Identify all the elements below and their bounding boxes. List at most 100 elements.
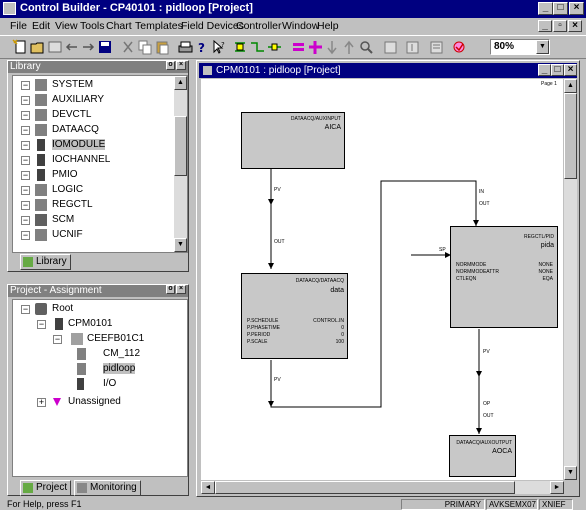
library-folder-icon xyxy=(35,199,47,211)
menu-templates[interactable]: Templates xyxy=(135,20,183,32)
tree-item-cm2[interactable]: pidloop xyxy=(63,362,183,377)
tree-item-io[interactable]: I/O xyxy=(63,377,183,392)
project-tree: − Root − CPM0101 − CEEFB01C1 CM_112 pidloop… xyxy=(12,299,188,477)
cut-icon[interactable] xyxy=(120,39,137,56)
library-scrollbar[interactable]: ▲ ▼ xyxy=(174,76,187,252)
list-item[interactable]: − UCNIF xyxy=(15,228,175,243)
close-button[interactable]: × xyxy=(569,2,584,15)
library-close-button[interactable]: × xyxy=(176,61,186,70)
monitor-icon[interactable] xyxy=(428,39,445,56)
library-folder-icon xyxy=(35,124,47,136)
wire-label: PV xyxy=(274,377,281,383)
diagram-hscrollbar[interactable]: ◄ ► xyxy=(201,481,564,494)
scroll-up-icon[interactable]: ▲ xyxy=(174,76,187,90)
find-icon[interactable] xyxy=(358,39,375,56)
tree-item-unassigned[interactable]: + Unassigned xyxy=(31,395,181,410)
diagram-window: CPM0101 : pidloop [Project] _ □ × Page 1 xyxy=(196,60,580,497)
control-module-icon xyxy=(77,348,86,360)
mdi-restore-button[interactable]: ▫ xyxy=(553,20,567,32)
list-item[interactable]: − SCM xyxy=(15,213,175,228)
scroll-right-icon[interactable]: ► xyxy=(550,481,564,494)
block-data[interactable]: DATAACQ/DATAACQ data P.SCHEDULE CONTROL.… xyxy=(241,273,348,359)
context-help-icon[interactable]: ? xyxy=(211,39,228,56)
menu-help[interactable]: Help xyxy=(317,20,339,32)
move-down-icon[interactable] xyxy=(324,39,341,56)
forward-arrow-icon[interactable] xyxy=(80,39,97,56)
scroll-thumb[interactable] xyxy=(174,116,187,176)
status-bar: For Help, press F1 PRIMARY AVKSEMX07 XNI… xyxy=(0,498,586,510)
print-icon[interactable] xyxy=(177,39,194,56)
diagram-canvas[interactable]: Page 1 PV OUT PV IN OUT PV SP OP OUT DAT… xyxy=(201,79,563,480)
library-pin-button[interactable]: o xyxy=(166,61,175,70)
connect-icon[interactable] xyxy=(266,39,283,56)
save-icon[interactable] xyxy=(97,39,114,56)
list-item[interactable]: − DEVCTL xyxy=(15,108,175,123)
status-primary: PRIMARY xyxy=(401,499,485,510)
tree-item-cm1[interactable]: CM_112 xyxy=(63,347,183,362)
load-icon[interactable] xyxy=(382,39,399,56)
block-aica[interactable]: DATAACQ/AUXINPUT AICA xyxy=(241,112,345,169)
menu-field-devices[interactable]: Field Devices xyxy=(181,20,244,32)
list-item[interactable]: − PMIO xyxy=(15,168,175,183)
block-aoca[interactable]: DATAACQ/AUXOUTPUT AOCA xyxy=(449,435,516,477)
mdi-close-button[interactable]: × xyxy=(568,20,582,32)
tree-item-root[interactable]: − Root xyxy=(15,302,175,317)
new-icon[interactable] xyxy=(12,39,29,56)
scroll-down-icon[interactable]: ▼ xyxy=(564,466,577,480)
list-item[interactable]: − IOCHANNEL xyxy=(15,153,175,168)
properties-icon[interactable] xyxy=(47,39,64,56)
menu-tools[interactable]: Tools xyxy=(80,20,105,32)
upload-icon[interactable] xyxy=(404,39,421,56)
chevron-down-icon[interactable]: ▼ xyxy=(536,40,549,54)
diagram-close-button[interactable]: × xyxy=(564,64,577,76)
open-folder-icon[interactable] xyxy=(30,39,47,56)
paste-icon[interactable] xyxy=(154,39,171,56)
tree-item-cee[interactable]: − CEEFB01C1 xyxy=(47,332,187,347)
svg-text:?: ? xyxy=(221,41,225,49)
root-icon xyxy=(35,303,47,315)
menu-chart[interactable]: Chart xyxy=(106,20,132,32)
list-item[interactable]: − DATAACQ xyxy=(15,123,175,138)
library-folder-icon xyxy=(35,79,47,91)
function-block-icon[interactable] xyxy=(232,39,249,56)
insert-icon[interactable] xyxy=(307,39,324,56)
back-arrow-icon[interactable] xyxy=(63,39,80,56)
module-icon xyxy=(37,139,45,151)
help-pointer-icon[interactable]: ? xyxy=(194,39,211,56)
tab-project[interactable]: Project xyxy=(20,480,72,496)
diagram-maximize-button[interactable]: □ xyxy=(551,64,564,76)
tab-monitoring[interactable]: Monitoring xyxy=(74,480,141,496)
window-title: Control Builder - CP40101 : pidloop [Pro… xyxy=(20,2,253,14)
project-close-button[interactable]: × xyxy=(176,285,186,294)
scroll-up-icon[interactable]: ▲ xyxy=(564,79,577,93)
copy-icon[interactable] xyxy=(137,39,154,56)
block-pid[interactable]: REGCTL/PID pida NORMMODE NONE NORMMODEAT… xyxy=(450,226,558,328)
list-item[interactable]: − IOMODULE xyxy=(15,138,175,153)
scroll-down-icon[interactable]: ▼ xyxy=(174,238,187,252)
scroll-thumb[interactable] xyxy=(215,481,515,494)
menu-file[interactable]: File xyxy=(10,20,27,32)
align-icon[interactable] xyxy=(290,39,307,56)
checkpoint-icon[interactable] xyxy=(451,39,468,56)
menu-controller[interactable]: Controller xyxy=(236,20,282,32)
menu-window[interactable]: Window xyxy=(282,20,319,32)
tab-library[interactable]: Library xyxy=(20,254,71,270)
list-item[interactable]: − SYSTEM xyxy=(15,78,175,93)
list-item[interactable]: − REGCTL xyxy=(15,198,175,213)
list-item[interactable]: − LOGIC xyxy=(15,183,175,198)
menu-edit[interactable]: Edit xyxy=(32,20,50,32)
menu-view[interactable]: View xyxy=(55,20,78,32)
zoom-select[interactable]: 80% ▼ xyxy=(490,39,550,55)
mdi-minimize-button[interactable]: _ xyxy=(538,20,552,32)
scroll-left-icon[interactable]: ◄ xyxy=(201,481,215,494)
project-pin-button[interactable]: o xyxy=(166,285,175,294)
diagram-vscrollbar[interactable]: ▲ ▼ xyxy=(564,79,577,480)
wire-tool-icon[interactable] xyxy=(249,39,266,56)
scroll-thumb[interactable] xyxy=(564,93,577,179)
list-item[interactable]: − AUXILIARY xyxy=(15,93,175,108)
tree-item-cpm[interactable]: − CPM0101 xyxy=(31,317,181,332)
maximize-button[interactable]: □ xyxy=(553,2,568,15)
move-up-icon[interactable] xyxy=(341,39,358,56)
diagram-minimize-button[interactable]: _ xyxy=(538,64,551,76)
minimize-button[interactable]: _ xyxy=(538,2,553,15)
